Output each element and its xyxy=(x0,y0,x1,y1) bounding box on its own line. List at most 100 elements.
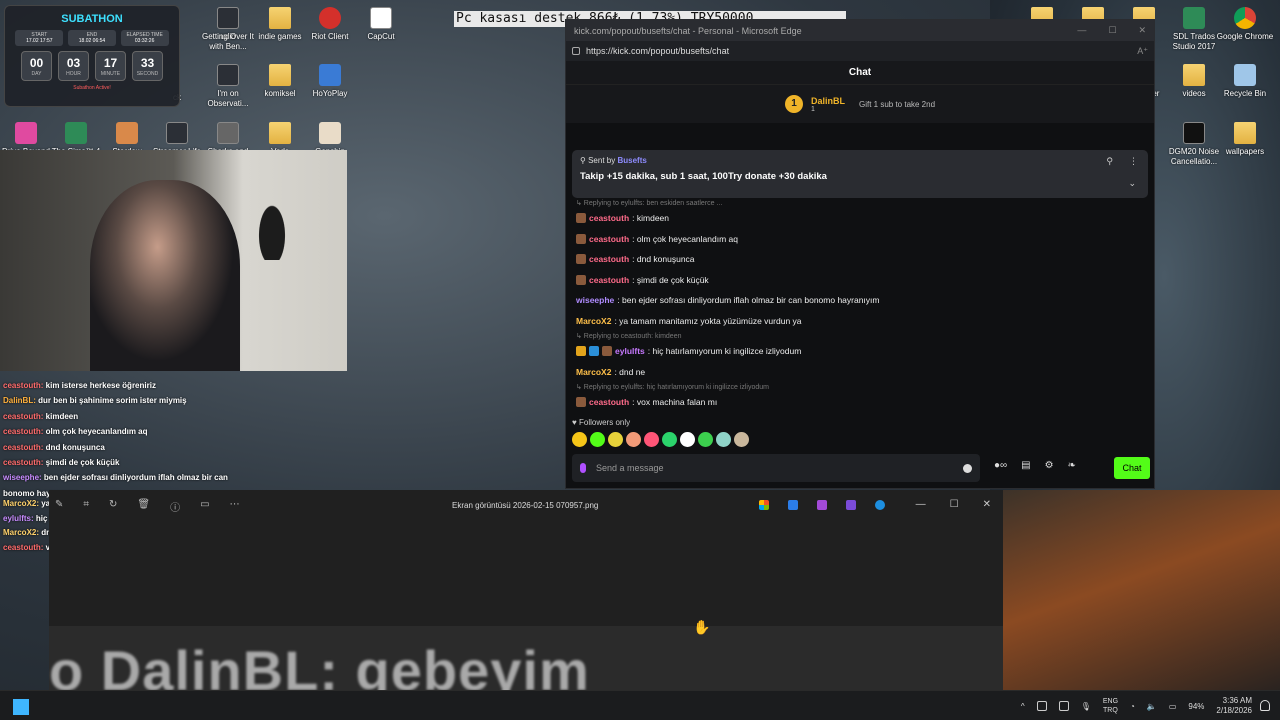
reply-context[interactable]: ↳ Replying to eylulfts: ben eskiden saat… xyxy=(576,198,1146,208)
chat-message[interactable]: ceastouth: şimdi de çok küçük xyxy=(576,270,1146,291)
chat-message[interactable]: ceastouth: olm çok heyecanlandım aq xyxy=(576,229,1146,250)
chat-username[interactable]: ceastouth xyxy=(589,275,629,285)
taskbar[interactable]: ^ 🎙 ENG TRQ ◔ 🔈 ▭ 94% 3:36 AM 2/18/2026 xyxy=(0,690,1280,720)
maximize-icon[interactable]: ☐ xyxy=(1108,25,1116,36)
send-chat-button[interactable]: Chat xyxy=(1114,457,1150,479)
info-icon[interactable]: ⓘ xyxy=(170,499,180,514)
mic-tray-icon[interactable]: 🎙 xyxy=(1081,702,1091,711)
chat-username[interactable]: ceastouth xyxy=(589,254,629,264)
store-icon[interactable]: ▤ xyxy=(1021,460,1030,471)
slideshow-icon[interactable]: ▭ xyxy=(200,499,209,514)
emote-icon[interactable] xyxy=(572,432,587,447)
emote-icon[interactable] xyxy=(734,432,749,447)
volume-icon[interactable]: 🔈 xyxy=(1147,702,1157,711)
subathon-elapsed: ELAPSED TIME 03:32:26 xyxy=(120,30,169,46)
chat-message[interactable]: ceastouth: dnd konuşunca xyxy=(576,249,1146,270)
battery-icon[interactable]: ▭ xyxy=(1169,702,1177,711)
edit-icon[interactable]: ✎ xyxy=(55,499,63,514)
reply-context[interactable]: ↳ Replying to eylulfts: hiç hatırlamıyor… xyxy=(576,382,1146,392)
gifter-name[interactable]: DalinBL xyxy=(811,96,845,106)
crop-icon[interactable]: ⌗ xyxy=(83,499,89,514)
maximize-icon[interactable]: ☐ xyxy=(950,499,959,510)
streamer-figure xyxy=(90,180,240,371)
mic-icon[interactable] xyxy=(580,463,586,473)
rotate-icon[interactable]: ↻ xyxy=(109,499,117,514)
system-tray[interactable]: ^ 🎙 ENG TRQ ◔ 🔈 ▭ 94% 3:36 AM 2/18/2026 xyxy=(1021,696,1252,716)
chat-username[interactable]: ceastouth xyxy=(589,213,629,223)
pinned-message[interactable]: ⚲ Sent by Busefts Takip +15 dakika, sub … xyxy=(572,150,1148,198)
emote-icon[interactable] xyxy=(662,432,677,447)
pinned-text: Takip +15 dakika, sub 1 saat, 100Try don… xyxy=(580,171,827,182)
more-icon[interactable]: ⋯ xyxy=(230,499,240,514)
leaf-icon[interactable]: ❧ xyxy=(1068,460,1076,471)
reply-context[interactable]: ↳ Replying to ceastouth: kimdeen xyxy=(576,331,1146,341)
url-text[interactable]: https://kick.com/popout/busefts/chat xyxy=(586,46,729,56)
desktop-icon-label: videos xyxy=(1182,89,1206,98)
message-input[interactable]: Send a message xyxy=(572,454,980,482)
app-tray-icon[interactable] xyxy=(1058,701,1069,711)
onedrive-icon[interactable] xyxy=(875,500,885,510)
close-icon[interactable]: ✕ xyxy=(983,499,991,510)
gift-hint[interactable]: Gift 1 sub to take 2nd xyxy=(859,100,935,109)
desktop-icon-recycle-bin[interactable]: Recycle Bin xyxy=(1215,64,1275,99)
minimize-icon[interactable]: — xyxy=(1077,25,1086,36)
chat-username[interactable]: eylulfts xyxy=(615,346,645,356)
designer-icon[interactable] xyxy=(788,500,798,510)
chat-message-list[interactable]: ↳ Replying to eylulfts: ben eskiden saat… xyxy=(576,198,1146,413)
chat-tools[interactable]: ●∞ ▤ ⚙ ❧ xyxy=(994,460,1076,471)
language-indicator[interactable]: ENG TRQ xyxy=(1103,697,1118,715)
more-options-icon[interactable]: ⋮ xyxy=(1129,156,1138,167)
emote-icon[interactable] xyxy=(608,432,623,447)
photos-toolbar[interactable]: ✎ ⌗ ↻ 🗑 ⓘ ▭ ⋯ Ekran görüntüsü 2026-02-15… xyxy=(49,490,1003,520)
notification-bell-icon[interactable] xyxy=(1260,700,1270,711)
chat-message[interactable]: eylulfts: hiç hatırlamıyorum ki ingilizc… xyxy=(576,341,1146,362)
emote-bar[interactable] xyxy=(572,432,749,447)
counter-second: 33 SECOND xyxy=(132,51,163,81)
desktop-icon-getting-over-it[interactable]: Getting Over It with Ben... xyxy=(198,7,258,52)
desktop-icon-google-chrome[interactable]: Google Chrome xyxy=(1215,7,1275,42)
chat-username[interactable]: wiseephe xyxy=(576,295,614,305)
edge-titlebar[interactable]: kick.com/popout/busefts/chat - Personal … xyxy=(566,20,1154,41)
clock[interactable]: 3:36 AM 2/18/2026 xyxy=(1216,696,1252,716)
address-bar[interactable]: https://kick.com/popout/busefts/chat A⁺ xyxy=(566,41,1154,61)
copilot-icon[interactable] xyxy=(759,500,769,510)
chat-message[interactable]: ceastouth: vox machina falan mı xyxy=(576,392,1146,413)
photos-window[interactable]: ✎ ⌗ ↻ 🗑 ⓘ ▭ ⋯ Ekran görüntüsü 2026-02-15… xyxy=(49,490,1003,702)
desktop-icon-im-on-observation[interactable]: I'm on Observati... xyxy=(198,64,258,109)
chat-message[interactable]: ceastouth: kimdeen xyxy=(576,208,1146,229)
clipchamp-icon[interactable] xyxy=(817,500,827,510)
users-icon[interactable]: ●∞ xyxy=(994,460,1007,471)
chat-username[interactable]: ceastouth xyxy=(589,234,629,244)
desktop-icon-wallpapers[interactable]: wallpapers xyxy=(1215,122,1275,157)
delete-icon[interactable]: 🗑 xyxy=(137,499,150,514)
chat-username[interactable]: ceastouth xyxy=(589,397,629,407)
app-icon[interactable] xyxy=(846,500,856,510)
desktop-icon-capcut[interactable]: CapCut xyxy=(351,7,411,42)
followers-only-notice: ♥ Followers only xyxy=(572,418,630,427)
pinned-author[interactable]: Busefts xyxy=(617,156,646,165)
chat-message[interactable]: MarcoX2: ya tamam manitamız yokta yüzümü… xyxy=(576,311,1146,332)
wifi-icon[interactable]: ◔ xyxy=(1130,702,1135,711)
edge-window[interactable]: kick.com/popout/busefts/chat - Personal … xyxy=(565,19,1155,489)
chat-username[interactable]: MarcoX2 xyxy=(576,367,611,377)
chat-message[interactable]: MarcoX2: dnd ne xyxy=(576,362,1146,383)
settings-gear-icon[interactable]: ⚙ xyxy=(1045,460,1054,471)
emote-icon[interactable] xyxy=(644,432,659,447)
unpin-icon[interactable]: ⚲ xyxy=(1106,156,1113,167)
read-aloud-icon[interactable]: A⁺ xyxy=(1137,46,1148,57)
emote-icon[interactable] xyxy=(680,432,695,447)
desktop-icon-hoyoplay[interactable]: HoYoPlay xyxy=(300,64,360,99)
minimize-icon[interactable]: — xyxy=(916,499,926,510)
close-icon[interactable]: ✕ xyxy=(1138,25,1146,36)
chat-message[interactable]: wiseephe: ben ejder sofrası dinliyordum … xyxy=(576,290,1146,311)
sync-icon[interactable] xyxy=(1036,701,1047,711)
chat-username[interactable]: MarcoX2 xyxy=(576,316,611,326)
emote-icon[interactable] xyxy=(698,432,713,447)
emote-icon[interactable] xyxy=(716,432,731,447)
emoji-picker-icon[interactable] xyxy=(963,463,972,473)
emote-icon[interactable] xyxy=(590,432,605,447)
chevron-up-icon[interactable]: ^ xyxy=(1021,702,1025,711)
windows-start-icon[interactable] xyxy=(13,699,29,715)
emote-icon[interactable] xyxy=(626,432,641,447)
chevron-down-icon[interactable]: ⌄ xyxy=(1128,178,1136,189)
